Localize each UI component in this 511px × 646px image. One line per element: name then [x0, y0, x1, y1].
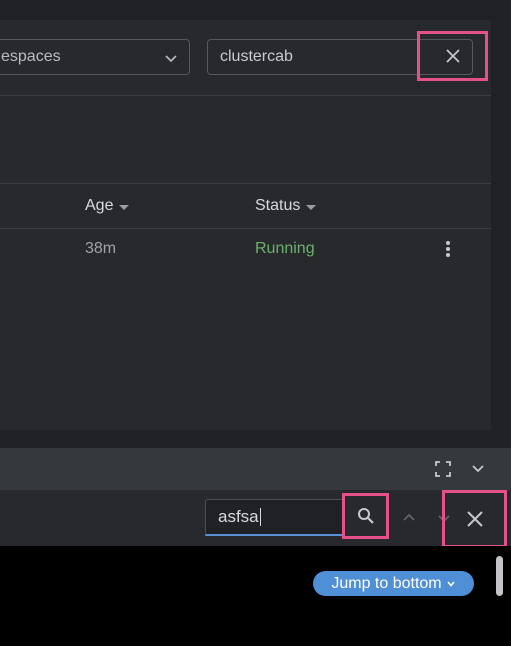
column-header-label: Age: [85, 197, 114, 214]
namespace-select[interactable]: espaces: [0, 39, 190, 75]
namespace-select-value: espaces: [1, 48, 61, 65]
log-scrollbar[interactable]: [496, 556, 503, 596]
sort-caret-icon: [306, 204, 317, 210]
clear-search-button[interactable]: [417, 31, 488, 81]
column-header-label: Status: [255, 197, 301, 214]
chevron-down-icon: [472, 465, 484, 473]
pod-search-value: clustercab: [220, 48, 293, 65]
divider: [0, 183, 491, 184]
log-search-input[interactable]: asfsa: [205, 499, 345, 536]
jump-to-bottom-button[interactable]: Jump to bottom: [313, 571, 474, 596]
pod-age: 38m: [85, 240, 117, 257]
close-icon: [466, 511, 483, 527]
log-output: [0, 546, 511, 646]
minimize-dock-button[interactable]: [468, 459, 488, 479]
close-log-button[interactable]: [442, 490, 507, 548]
column-header-age[interactable]: Age: [85, 197, 130, 215]
divider: [0, 228, 491, 229]
sort-caret-icon: [119, 204, 130, 210]
log-search-button[interactable]: [342, 493, 389, 539]
fullscreen-icon: [435, 461, 451, 477]
more-vertical-icon[interactable]: [440, 237, 456, 261]
pod-status: Running: [255, 240, 315, 257]
close-icon: [445, 49, 460, 63]
column-header-status[interactable]: Status: [255, 197, 317, 215]
search-icon: [357, 508, 374, 524]
chevron-down-icon: [165, 55, 177, 63]
fullscreen-button[interactable]: [433, 459, 453, 479]
log-search-value: asfsa: [218, 507, 259, 526]
jump-to-bottom-label: Jump to bottom: [331, 574, 442, 592]
right-gutter: [491, 20, 511, 448]
chevron-down-icon: [447, 580, 455, 587]
chevron-up-icon: [403, 513, 415, 521]
divider: [0, 95, 491, 96]
text-cursor: [259, 508, 261, 526]
top-strip: [0, 0, 511, 20]
previous-match-button[interactable]: [399, 508, 419, 528]
